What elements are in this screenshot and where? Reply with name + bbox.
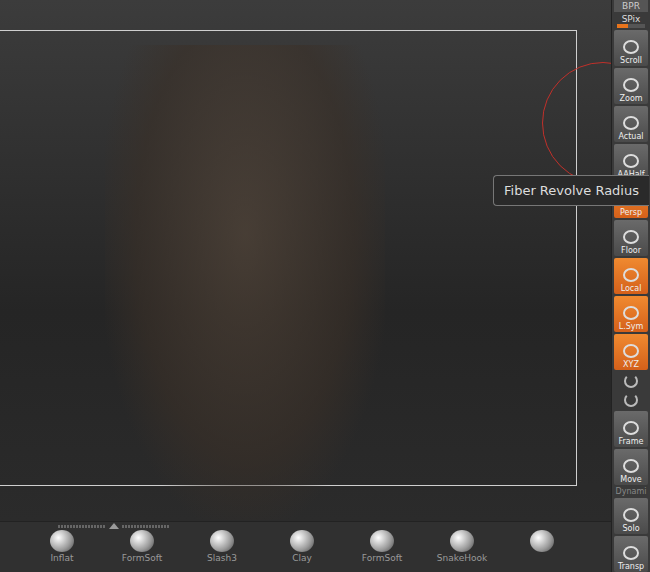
shelf-button[interactable]: Floor [614,220,648,256]
rotate-button[interactable] [614,372,648,390]
shelf-button[interactable]: XYZ [614,334,648,370]
tool-icon [623,40,639,54]
shelf-button[interactable]: Frame [614,411,648,447]
brush-item[interactable]: FormSoft [102,530,182,572]
brush-icon [450,530,474,552]
bpr-button[interactable]: BPR [614,0,648,12]
brush-item[interactable]: FormSoft [342,530,422,572]
brush-icon [210,530,234,552]
brush-icon [370,530,394,552]
tooltip: Fiber Revolve Radius [493,175,649,206]
tool-icon [623,78,639,92]
zbrush-window: Inflat FormSoft Slash3 Clay FormSoft Sna… [0,0,650,572]
rotate-icon [624,393,638,407]
brush-icon [290,530,314,552]
shelf-caption: Dynami [616,487,647,496]
shelf-button[interactable]: Local [614,258,648,294]
shelf-button[interactable]: Zoom [614,68,648,104]
shelf-button[interactable]: Scroll [614,30,648,66]
shelf-button[interactable]: Move [614,449,648,485]
main-area: Inflat FormSoft Slash3 Clay FormSoft Sna… [0,0,611,572]
brush-icon [50,530,74,552]
brush-item[interactable]: Clay [262,530,342,572]
shelf-button[interactable]: L.Sym [614,296,648,332]
shelf-button[interactable]: Transp [614,536,648,572]
tool-icon [623,230,639,244]
brush-item[interactable] [0,530,22,572]
brush-item[interactable]: SnakeHook [422,530,502,572]
rotate-button[interactable] [614,392,648,410]
tool-icon [623,459,639,473]
tool-icon [623,546,639,560]
tool-icon [623,154,639,168]
bar-handle[interactable] [0,522,611,530]
viewport[interactable] [0,0,611,521]
tool-icon [623,116,639,130]
brush-icon [130,530,154,552]
rotate-icon [624,374,638,388]
tool-icon [623,344,639,358]
shelf-button[interactable]: Actual [614,106,648,142]
brush-bar: Inflat FormSoft Slash3 Clay FormSoft Sna… [0,521,611,572]
shelf-button[interactable]: Solo [614,498,648,534]
tool-icon [623,268,639,282]
tool-icon [623,306,639,320]
brush-item[interactable]: Slash3 [182,530,262,572]
spix-slider[interactable]: SPix [614,14,648,28]
tool-icon [623,508,639,522]
right-shelf: BPR SPix Scroll Zoom Actual AAHalf Persp… [611,0,650,572]
brush-item[interactable]: Inflat [22,530,102,572]
brush-cursor-icon [542,62,611,184]
model-render [105,45,385,520]
brush-item[interactable] [502,530,582,572]
brush-icon [530,530,554,552]
tool-icon [623,421,639,435]
